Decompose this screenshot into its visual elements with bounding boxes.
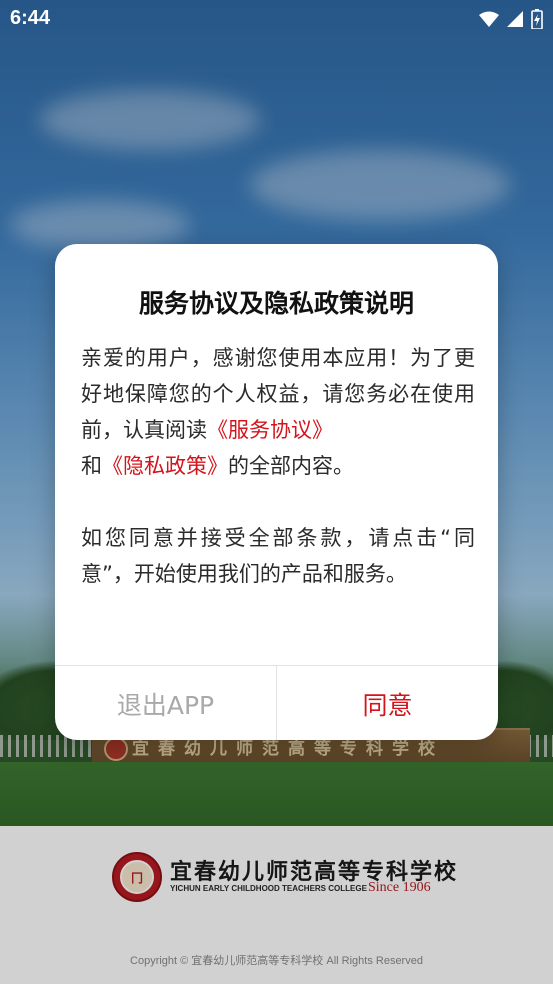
dialog-paragraph-1: 亲爱的用户，感谢您使用本应用！为了更好地保障您的个人权益，请您务必在使用前，认真… [81,340,475,484]
service-agreement-link[interactable]: 《服务协议》 [207,418,333,442]
status-bar: 6:44 [0,0,553,38]
dialog-title: 服务协议及隐私政策说明 [138,289,414,318]
dialog-actions: 退出APP 同意 [55,665,498,740]
exit-app-button[interactable]: 退出APP [55,666,277,740]
signal-icon [507,11,523,27]
agree-button[interactable]: 同意 [277,666,498,740]
privacy-policy-link[interactable]: 《隐私政策》 [102,454,228,478]
privacy-agreement-dialog: 服务协议及隐私政策说明 亲爱的用户，感谢您使用本应用！为了更好地保障您的个人权益… [55,244,498,740]
dialog-paragraph-2: 如您同意并接受全部条款，请点击“同意”，开始使用我们的产品和服务。 [81,526,475,586]
status-icons [479,9,543,29]
paragraph-text: 和 [81,454,102,478]
paragraph-text: 的全部内容。 [228,454,354,478]
battery-charging-icon [531,9,543,29]
wifi-icon [479,11,499,27]
status-time: 6:44 [10,7,51,29]
dialog-body: 亲爱的用户，感谢您使用本应用！为了更好地保障您的个人权益，请您务必在使用前，认真… [81,340,475,592]
